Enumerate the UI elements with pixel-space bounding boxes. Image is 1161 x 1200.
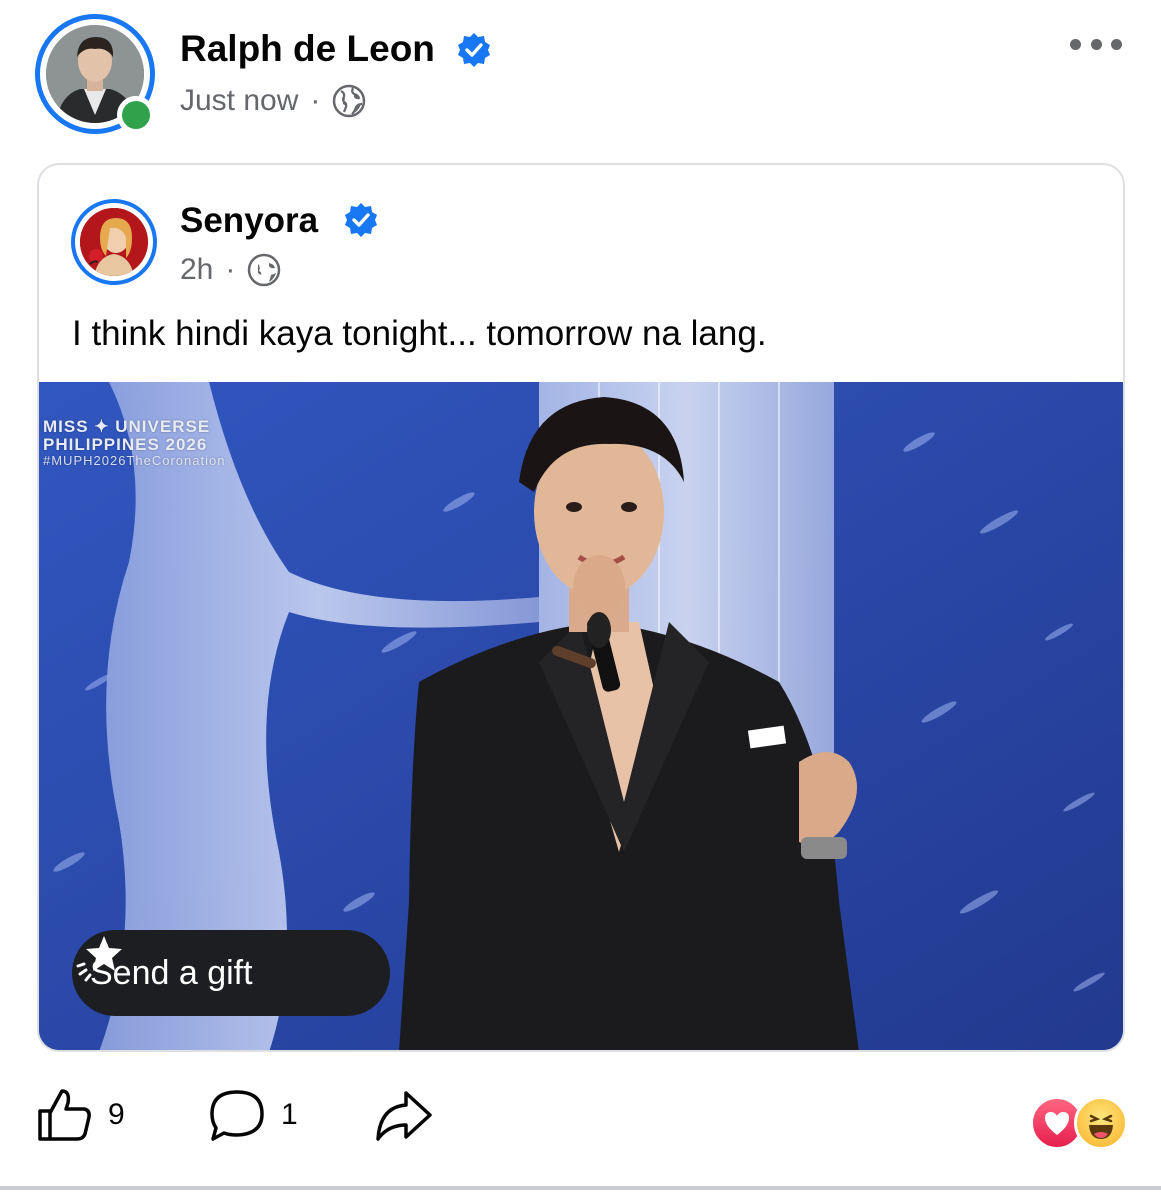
globe-icon	[333, 84, 366, 118]
shared-post-text: I think hindi kaya tonight... tomorrow n…	[72, 314, 767, 353]
thumbs-up-icon	[38, 1089, 91, 1141]
shared-post-video[interactable]: MISS ✦ UNIVERSE PHILIPPINES 2026 #MUPH20…	[39, 382, 1123, 1050]
comment-count[interactable]: 1	[281, 1098, 298, 1132]
post-header: Ralph de Leon Just now ·	[0, 0, 1161, 150]
broadcast-watermark: MISS ✦ UNIVERSE PHILIPPINES 2026 #MUPH20…	[43, 418, 225, 467]
post-meta: Just now ·	[180, 84, 366, 118]
more-dot	[1070, 38, 1081, 50]
globe-icon	[248, 253, 281, 287]
verified-badge-icon	[345, 203, 377, 237]
comment-icon	[210, 1090, 264, 1141]
verified-badge-icon	[458, 33, 490, 67]
author-name[interactable]: Ralph de Leon	[180, 28, 435, 70]
like-button[interactable]: 9	[34, 1085, 125, 1145]
shared-post-timestamp[interactable]: 2h	[180, 253, 213, 287]
more-dot	[1090, 38, 1102, 50]
watermark-hashtag: #MUPH2026TheCoronation	[43, 452, 226, 468]
shared-author-avatar-image	[80, 208, 148, 276]
meta-separator: ·	[225, 253, 236, 286]
comment-button[interactable]: 1	[207, 1085, 298, 1145]
watermark-line: PHILIPPINES 2026	[43, 434, 208, 454]
author-name-text[interactable]: Ralph de Leon	[180, 28, 435, 69]
post-action-bar: 9 1	[0, 1085, 1161, 1155]
reaction-summary[interactable]	[1030, 1096, 1130, 1150]
more-dot	[1111, 38, 1122, 50]
like-count[interactable]: 9	[108, 1098, 125, 1132]
post-divider	[0, 1186, 1161, 1190]
watermark-line: MISS ✦ UNIVERSE	[43, 417, 211, 436]
shared-author-name-text[interactable]: Senyora	[180, 201, 318, 240]
meta-separator: ·	[310, 84, 321, 117]
gift-star-icon	[76, 936, 122, 982]
send-gift-button[interactable]: Send a gift	[72, 930, 390, 1016]
shared-post-meta: 2h ·	[180, 253, 281, 287]
shared-author-avatar[interactable]	[71, 199, 157, 285]
haha-reaction-icon	[1074, 1096, 1128, 1150]
shared-author-name[interactable]: Senyora	[180, 201, 318, 241]
post-timestamp[interactable]: Just now	[180, 84, 298, 118]
share-icon	[376, 1091, 432, 1141]
shared-post-card[interactable]: Senyora 2h · I think hindi kaya tonight.…	[37, 163, 1125, 1052]
share-button[interactable]	[372, 1085, 432, 1145]
more-options-button[interactable]	[1070, 34, 1122, 54]
online-status-dot	[117, 96, 155, 134]
